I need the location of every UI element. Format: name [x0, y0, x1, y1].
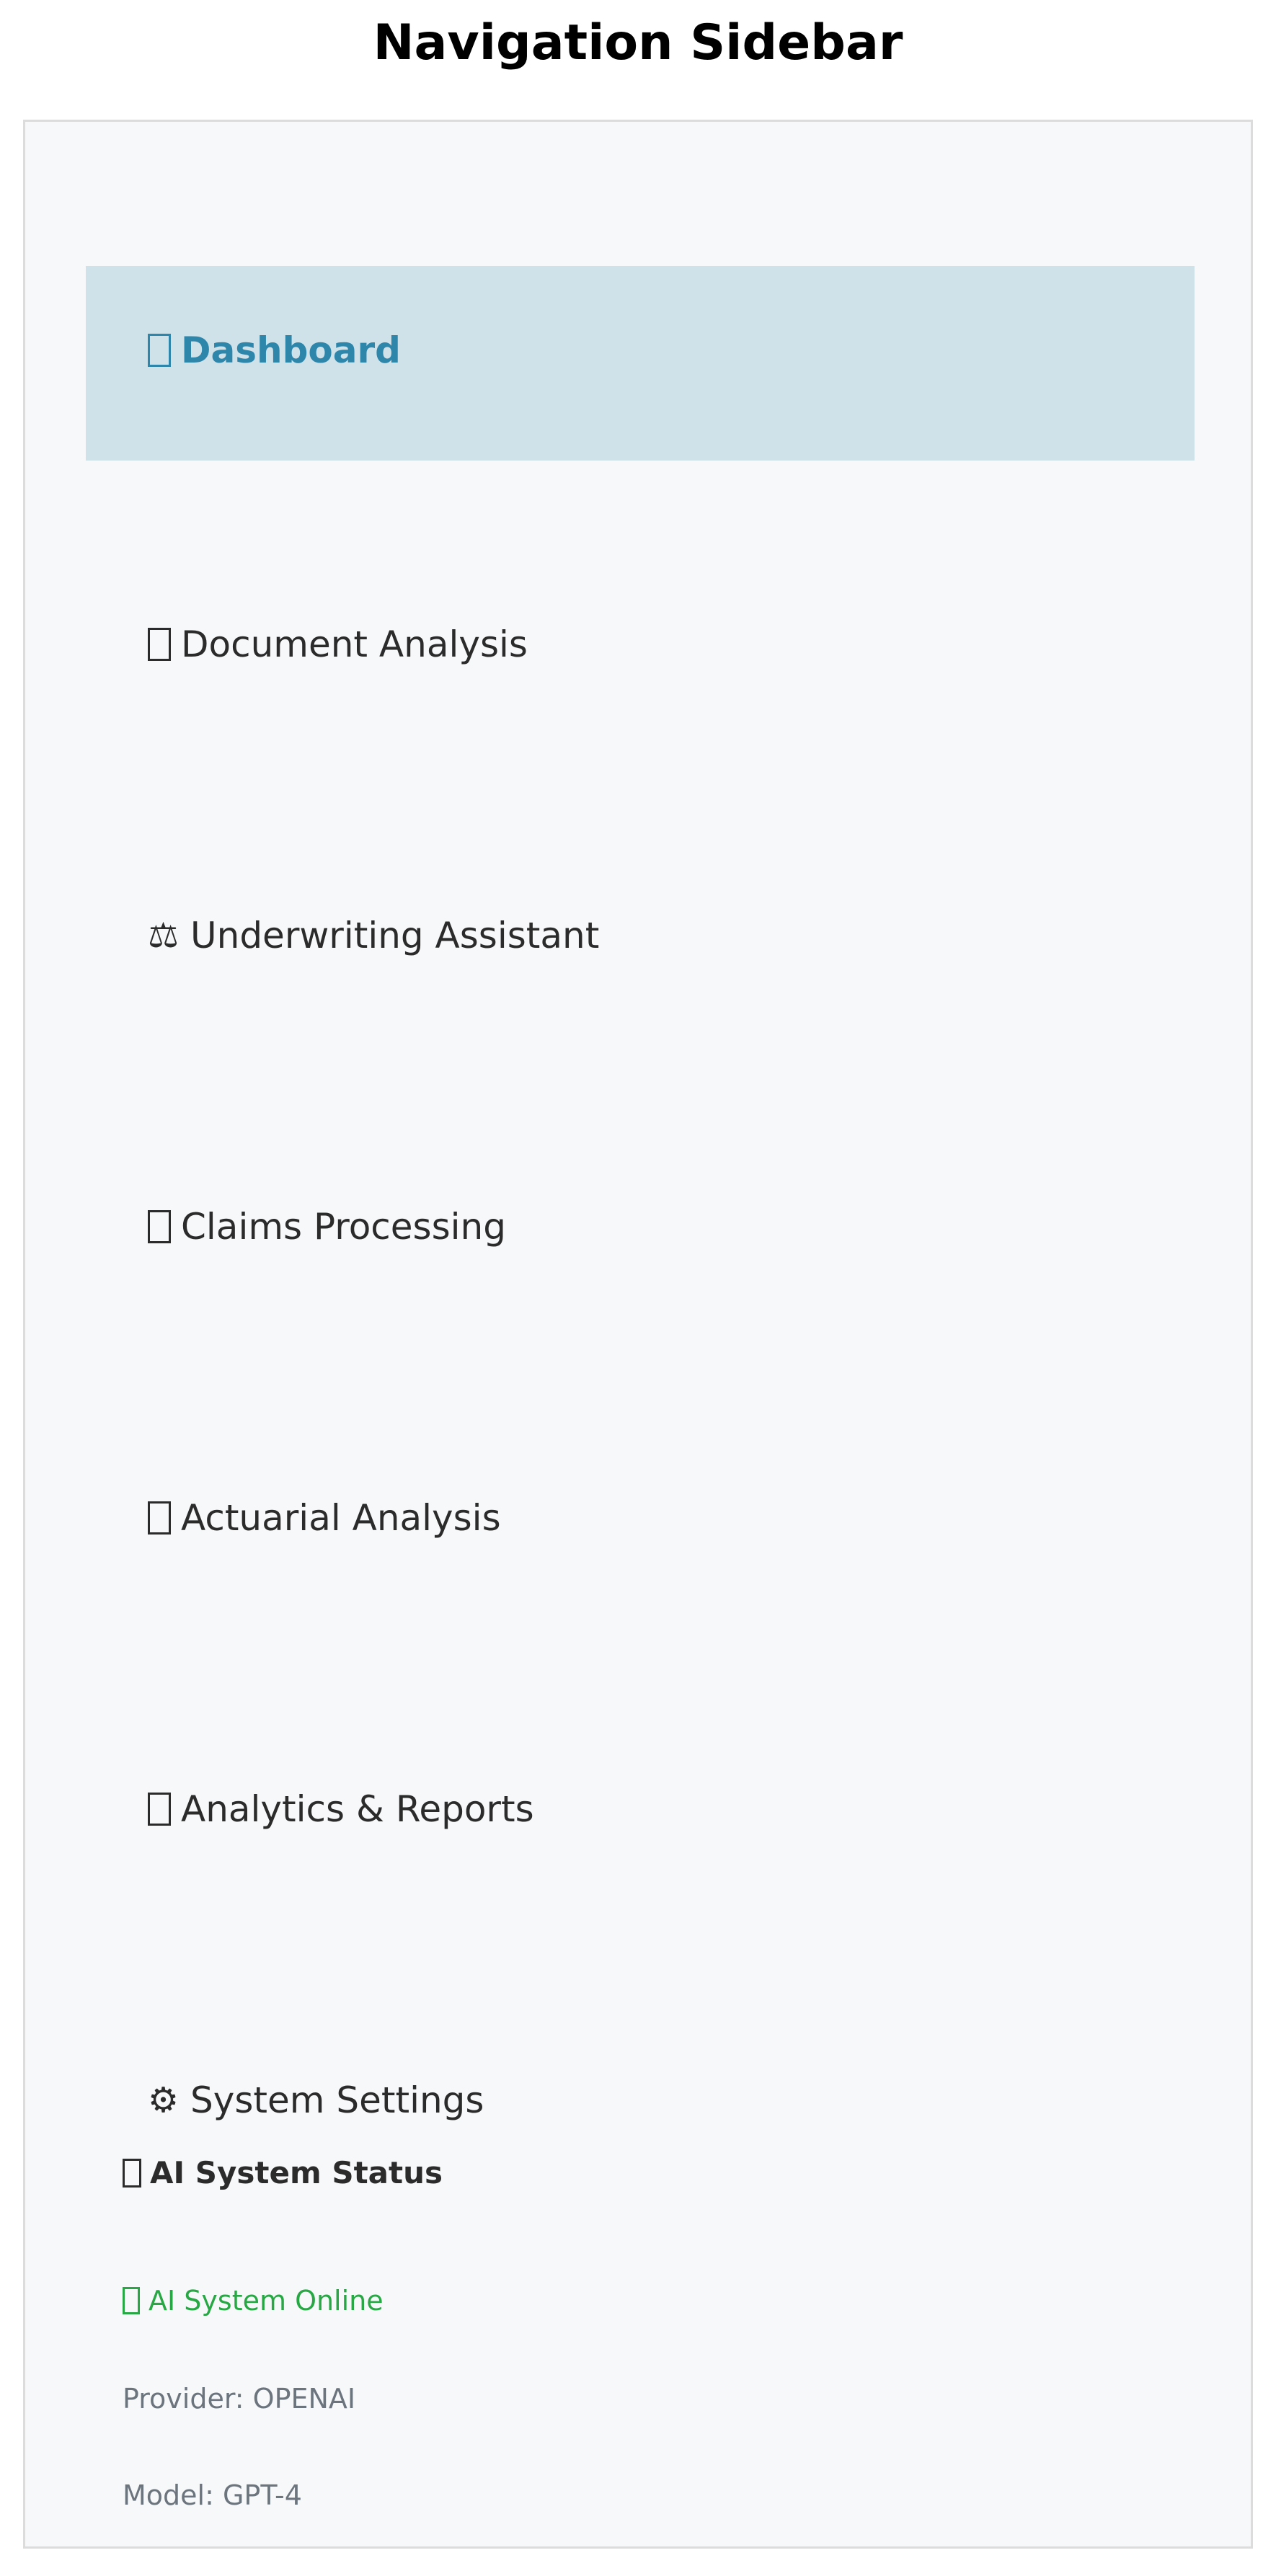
document-icon	[148, 628, 171, 661]
dashboard-icon	[148, 334, 171, 367]
sidebar-item-label: System Settings	[190, 2079, 484, 2121]
ai-system-status-title: AI System Status	[123, 2155, 443, 2190]
status-online: AI System Online	[123, 2285, 384, 2317]
claims-icon	[148, 1210, 171, 1243]
sidebar-item-label: Underwriting Assistant	[190, 915, 600, 956]
sidebar-item-label: Analytics & Reports	[181, 1788, 534, 1830]
gear-icon: ⚙	[148, 2080, 180, 2120]
status-provider: Provider: OPENAI	[123, 2383, 356, 2415]
scales-icon: ⚖	[148, 915, 180, 956]
check-icon	[123, 2287, 140, 2314]
sidebar-item-actuarial-analysis[interactable]: Actuarial Analysis	[86, 1431, 1195, 1625]
sidebar-item-label: Claims Processing	[181, 1206, 506, 1248]
sidebar-item-dashboard[interactable]: Dashboard	[86, 266, 1195, 461]
sidebar-item-claims-processing[interactable]: Claims Processing	[86, 1140, 1195, 1334]
status-online-label: AI System Online	[149, 2285, 384, 2317]
status-title-label: AI System Status	[150, 2155, 443, 2190]
actuarial-icon	[148, 1501, 171, 1535]
sidebar-item-underwriting-assistant[interactable]: ⚖ Underwriting Assistant	[86, 848, 1195, 1043]
sidebar-item-document-analysis[interactable]: Document Analysis	[86, 557, 1195, 752]
page-title: Navigation Sidebar	[373, 14, 903, 71]
analytics-icon	[148, 1793, 171, 1826]
sidebar-item-label: Dashboard	[181, 329, 401, 371]
sidebar-item-analytics-reports[interactable]: Analytics & Reports	[86, 1722, 1195, 1917]
robot-icon	[123, 2158, 141, 2188]
sidebar-item-label: Actuarial Analysis	[181, 1497, 501, 1539]
sidebar-item-label: Document Analysis	[181, 623, 528, 665]
status-model: Model: GPT-4	[123, 2479, 302, 2511]
